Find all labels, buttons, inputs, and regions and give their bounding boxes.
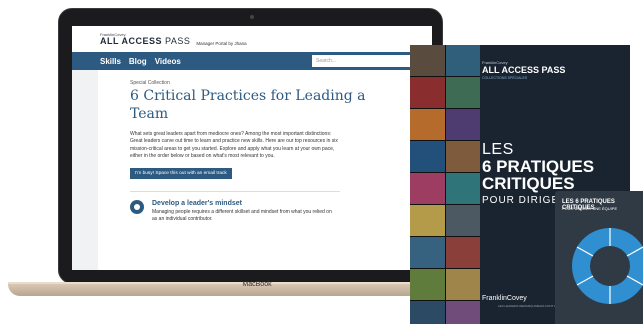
main-content: Special Collection 6 Critical Practices … xyxy=(130,80,370,223)
mosaic-tile xyxy=(410,173,445,204)
mosaic-tile xyxy=(410,301,445,324)
list-item[interactable]: Develop a leader's mindset Managing peop… xyxy=(130,200,370,223)
book-title-line-2: 6 PRATIQUES CRITIQUES xyxy=(482,157,595,193)
photo-mosaic xyxy=(410,45,480,324)
practice-wheel-icon xyxy=(572,228,643,304)
mosaic-tile xyxy=(410,109,445,140)
camera-dot xyxy=(250,15,254,19)
poster-card: LES 6 PRATIQUES CRITIQUES POUR DIRIGER U… xyxy=(555,191,643,324)
site-logo[interactable]: FranklinCovey ALL ACCESS PASS xyxy=(100,32,191,46)
email-track-button[interactable]: I'm busy! Space this out with an email t… xyxy=(130,168,232,179)
laptop-screen: FranklinCovey ALL ACCESS PASS Manager Po… xyxy=(72,26,432,270)
logo-all-access: ALL ACCESS xyxy=(100,35,163,46)
search-input[interactable]: Search... xyxy=(312,55,412,67)
mosaic-tile xyxy=(410,269,445,300)
book-brand: FranklinCovey xyxy=(482,295,527,302)
laptop-brand: MacBook xyxy=(242,281,272,288)
intro-paragraph: What sets great leaders apart from medio… xyxy=(130,131,338,159)
book-logo: ALL ACCESS PASS xyxy=(482,65,566,75)
mosaic-tile xyxy=(445,301,480,324)
mosaic-tile xyxy=(445,173,480,204)
nav-videos[interactable]: Videos xyxy=(155,57,181,66)
mosaic-tile xyxy=(410,141,445,172)
mosaic-tile xyxy=(445,237,480,268)
nav-bar: Skills Blog Videos Search... xyxy=(72,52,432,70)
mindset-icon xyxy=(130,200,144,214)
mosaic-tile xyxy=(410,237,445,268)
logo-main-text: ALL ACCESS PASS xyxy=(100,35,191,46)
eyebrow-label: Special Collection xyxy=(130,80,170,86)
mosaic-tile xyxy=(445,269,480,300)
site-header: FranklinCovey ALL ACCESS PASS Manager Po… xyxy=(72,26,432,52)
mosaic-tile xyxy=(445,45,480,76)
mosaic-tile xyxy=(410,45,445,76)
nav-blog[interactable]: Blog xyxy=(129,57,147,66)
portal-subtitle: Manager Portal by Jhana xyxy=(196,40,247,46)
mosaic-tile xyxy=(410,77,445,108)
mosaic-tile xyxy=(445,141,480,172)
mosaic-tile xyxy=(445,109,480,140)
poster-subtitle: POUR DIRIGER UNE ÉQUIPE xyxy=(562,206,618,211)
logo-pass: PASS xyxy=(165,35,191,46)
mosaic-tile xyxy=(445,205,480,236)
left-gutter xyxy=(72,70,98,270)
book-logo-sub: COLLECTIONS SPÉCIALES xyxy=(482,76,528,80)
divider xyxy=(130,191,340,192)
mosaic-tile xyxy=(445,77,480,108)
page-title: 6 Critical Practices for Leading a Team xyxy=(130,88,366,122)
item-title: Develop a leader's mindset xyxy=(152,200,242,207)
nav-skills[interactable]: Skills xyxy=(100,57,121,66)
item-description: Managing people requires a different ski… xyxy=(152,209,332,222)
mosaic-tile xyxy=(410,205,445,236)
